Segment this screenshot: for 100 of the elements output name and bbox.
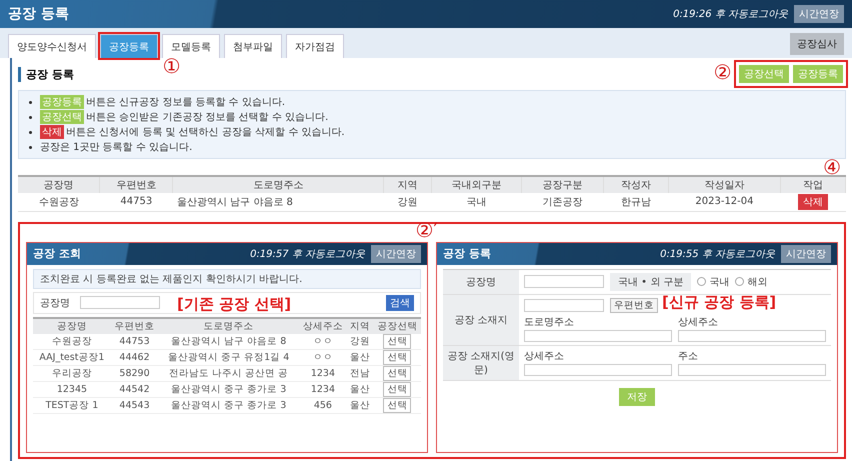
field-label: 공장명: [40, 296, 70, 310]
table-cell: 울산: [346, 397, 374, 413]
field-label: 도로명주소: [524, 316, 575, 328]
radio-label: 해외: [747, 276, 768, 288]
notice-text: 버튼은 신청서에 등록 및 선택하신 공장을 삭제할 수 있습니다.: [66, 126, 345, 139]
table-cell: 우리공장: [33, 365, 111, 381]
button-badge: 공장등록: [40, 95, 84, 109]
table-cell: 44753: [100, 193, 173, 211]
text-field[interactable]: [524, 330, 672, 342]
tab[interactable]: 첨부파일: [224, 34, 282, 58]
table-cell: 2023-12-04: [668, 193, 781, 211]
bullet-icon: [29, 116, 32, 118]
field-label: 공장 소재지: [443, 294, 519, 346]
field-label: 상세주소: [678, 316, 719, 328]
table-cell: 44542: [110, 381, 158, 397]
column-header: 상세주소: [299, 318, 347, 334]
table-cell: 강원: [346, 334, 374, 349]
dialog-title: 공장 등록: [443, 246, 491, 261]
table-cell: 울산광역시 남구 야음로 8: [158, 334, 300, 349]
table-cell: 58290: [110, 365, 158, 381]
table-cell: 수원공장: [18, 193, 100, 211]
annotation-caption: [기존 공장 선택]: [177, 294, 292, 314]
table-cell: 강원: [384, 193, 432, 211]
annotation-caption: [신규 공장 등록]: [662, 292, 776, 312]
table-cell: 456: [299, 397, 347, 413]
bullet-icon: [29, 130, 32, 134]
postcode-field[interactable]: [524, 298, 604, 312]
button-badge: 공장선택: [40, 110, 84, 124]
tab[interactable]: 양도양수신청서: [8, 34, 96, 58]
factory-review-button[interactable]: 공장심사: [790, 33, 844, 55]
table-cell: AAJ_test공장1: [33, 349, 111, 365]
column-header: 우편번호: [110, 318, 158, 334]
table-cell: 울산광역시 중구 유정1길 4: [158, 349, 300, 365]
notice-text: 버튼은 신규공장 정보를 등록할 수 있습니다.: [86, 96, 286, 109]
logout-timer: 0:19:26 후 자동로그아웃: [673, 8, 788, 21]
field-label: 공장명: [443, 270, 519, 294]
postcode-button[interactable]: 우편번호: [610, 298, 658, 312]
table-cell: 44462: [110, 349, 158, 365]
annotation-number: ②: [714, 62, 732, 82]
column-header: 공장선택: [374, 318, 421, 334]
select-button[interactable]: 선택: [383, 334, 412, 348]
bullet-icon: [29, 146, 32, 148]
field-label: 국내 • 외 구분: [610, 272, 692, 290]
table-cell: 한규남: [603, 193, 668, 211]
table-cell: 44543: [110, 397, 158, 413]
radio-button[interactable]: [735, 277, 744, 286]
logout-timer: 0:19:57 후 자동로그아웃: [250, 248, 365, 260]
field-label: 주소: [678, 350, 699, 362]
tab[interactable]: 모델등록: [162, 34, 220, 58]
page-title: 공장 등록: [8, 5, 69, 23]
table-cell: ㅇㅇ: [299, 334, 347, 349]
table-cell: 울산광역시 중구 종가로 3: [158, 397, 300, 413]
table-cell: 1234: [299, 381, 347, 397]
table-cell: TEST공장 1: [33, 397, 111, 413]
radio-button[interactable]: [697, 277, 706, 286]
column-header: 작성일자: [668, 176, 781, 193]
table-cell: 12345: [33, 381, 111, 397]
select-button[interactable]: 선택: [383, 366, 412, 380]
column-header: 도로명주소: [172, 176, 384, 193]
table-cell: 기존공장: [522, 193, 604, 211]
column-header: 작성자: [603, 176, 668, 193]
column-header: 국내외구분: [432, 176, 522, 193]
table-cell: 전라남도 나주시 공산면 공: [158, 365, 300, 381]
column-header: 지역: [384, 176, 432, 193]
dialog-title: 공장 조회: [33, 246, 81, 261]
annotation-number: ④: [823, 157, 841, 177]
table-cell: 수원공장: [33, 334, 111, 349]
column-header: 도로명주소: [158, 318, 300, 334]
search-field[interactable]: [80, 296, 160, 309]
delete-button[interactable]: 삭제: [798, 194, 828, 210]
select-button[interactable]: 선택: [383, 398, 412, 412]
logout-timer: 0:19:55 후 자동로그아웃: [660, 248, 775, 260]
select-button[interactable]: 선택: [383, 382, 412, 396]
table-cell: 울산광역시 중구 종가로 3: [158, 381, 300, 397]
table-cell: 울산광역시 남구 야음로 8: [172, 193, 384, 211]
radio-label: 국내: [709, 276, 730, 288]
select-button[interactable]: 선택: [383, 350, 412, 364]
column-header: 공장명: [18, 176, 100, 193]
text-field[interactable]: [678, 364, 826, 376]
table-cell: 울산: [346, 381, 374, 397]
text-field[interactable]: [524, 275, 604, 288]
column-header: 지역: [346, 318, 374, 334]
column-header: 공장구분: [522, 176, 604, 193]
text-field[interactable]: [678, 330, 826, 342]
annotation-number: ②′: [416, 220, 438, 240]
bullet-icon: [29, 100, 32, 104]
table-cell: 44753: [110, 334, 158, 349]
annotation-number: ①: [162, 56, 181, 76]
button-badge: 삭제: [40, 125, 64, 139]
notice-text: 조치완료 시 등록완료 없는 제품인지 확인하시기 바랍니다.: [33, 268, 421, 288]
search-button[interactable]: 검색: [386, 294, 414, 310]
column-header: 우편번호: [100, 176, 173, 193]
field-label: 공장 소재지(영문): [443, 346, 519, 380]
table-cell: 1234: [299, 365, 347, 381]
field-label: 상세주소: [524, 350, 565, 362]
table-cell: 국내: [432, 193, 522, 211]
section-title: 공장 등록: [18, 66, 74, 82]
notice-text: 버튼은 승인받은 기존공장 정보를 선택할 수 있습니다.: [86, 111, 328, 124]
tab[interactable]: 자가점검: [286, 34, 344, 58]
text-field[interactable]: [524, 364, 672, 376]
